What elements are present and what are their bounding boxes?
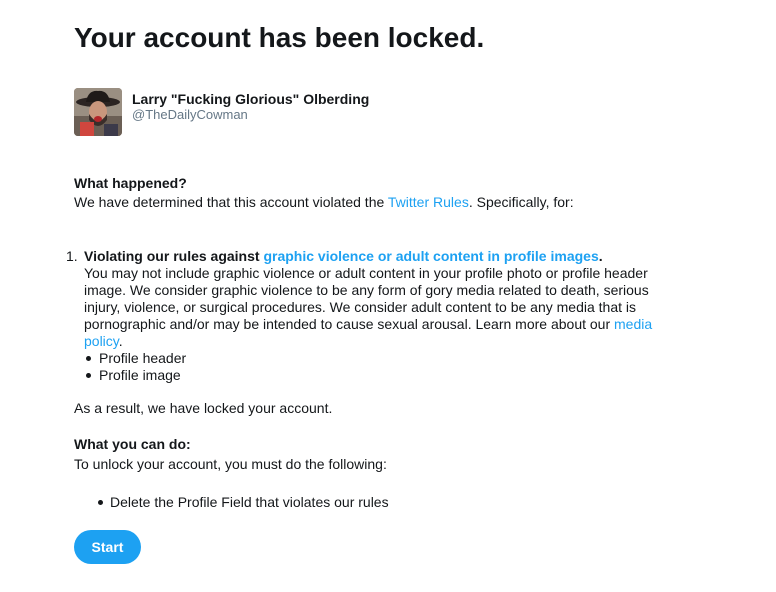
- page-title: Your account has been locked.: [74, 22, 485, 53]
- what-happened-text-before: We have determined that this account vio…: [74, 194, 388, 210]
- violation-item: 1. Violating our rules against graphic v…: [66, 248, 674, 384]
- bullet-icon: [86, 356, 91, 361]
- what-happened-heading: What happened?: [74, 175, 187, 191]
- violation-description-line: policy.: [84, 333, 674, 350]
- violation-fields-list: Profile header Profile image: [84, 350, 674, 384]
- violation-description: You may not include graphic violence or …: [84, 265, 674, 350]
- media-policy-link-continued[interactable]: policy: [84, 333, 119, 349]
- violation-rule-link[interactable]: graphic violence or adult content in pro…: [263, 248, 598, 264]
- violation-title: Violating our rules against graphic viol…: [84, 248, 674, 265]
- account-profile: Larry "Fucking Glorious" Olberding @TheD…: [74, 88, 674, 136]
- what-happened-text-after: . Specifically, for:: [468, 194, 574, 210]
- list-item: Profile image: [84, 367, 674, 384]
- policy-suffix: .: [118, 333, 123, 349]
- violation-title-prefix: Violating our rules against: [84, 248, 264, 264]
- start-button[interactable]: Start: [74, 530, 141, 564]
- what-you-can-do-text: To unlock your account, you must do the …: [74, 456, 387, 472]
- violation-title-suffix: .: [598, 248, 603, 264]
- bullet-icon: [98, 500, 103, 505]
- unlock-steps-list: Delete the Profile Field that violates o…: [96, 494, 389, 511]
- violation-description-line: You may not include graphic violence or …: [84, 265, 648, 281]
- cowboy-avatar: [74, 88, 122, 136]
- violation-description-line-text: pornographic and/or may be intended to c…: [84, 316, 615, 332]
- what-happened-text: We have determined that this account vio…: [74, 194, 574, 211]
- list-item-label: Profile header: [99, 350, 187, 366]
- violation-number: 1.: [66, 248, 78, 264]
- twitter-rules-link[interactable]: Twitter Rules: [388, 194, 469, 210]
- violations-list: 1. Violating our rules against graphic v…: [66, 248, 674, 384]
- violation-description-line: image. We consider graphic violence to b…: [84, 282, 649, 298]
- what-you-can-do-heading: What you can do:: [74, 436, 191, 452]
- list-item: Delete the Profile Field that violates o…: [96, 494, 389, 511]
- result-text: As a result, we have locked your account…: [74, 400, 333, 416]
- media-policy-link[interactable]: media: [614, 316, 652, 332]
- violation-description-line: injury, violence, or surgical procedures…: [84, 299, 636, 315]
- list-item-label: Profile image: [99, 367, 181, 383]
- account-name: Larry "Fucking Glorious" Olberding: [132, 91, 370, 107]
- violation-description-line: pornographic and/or may be intended to c…: [84, 316, 674, 333]
- bullet-icon: [86, 373, 91, 378]
- list-item: Profile header: [84, 350, 674, 367]
- account-handle: @TheDailyCowman: [132, 107, 248, 122]
- list-item-label: Delete the Profile Field that violates o…: [110, 494, 389, 510]
